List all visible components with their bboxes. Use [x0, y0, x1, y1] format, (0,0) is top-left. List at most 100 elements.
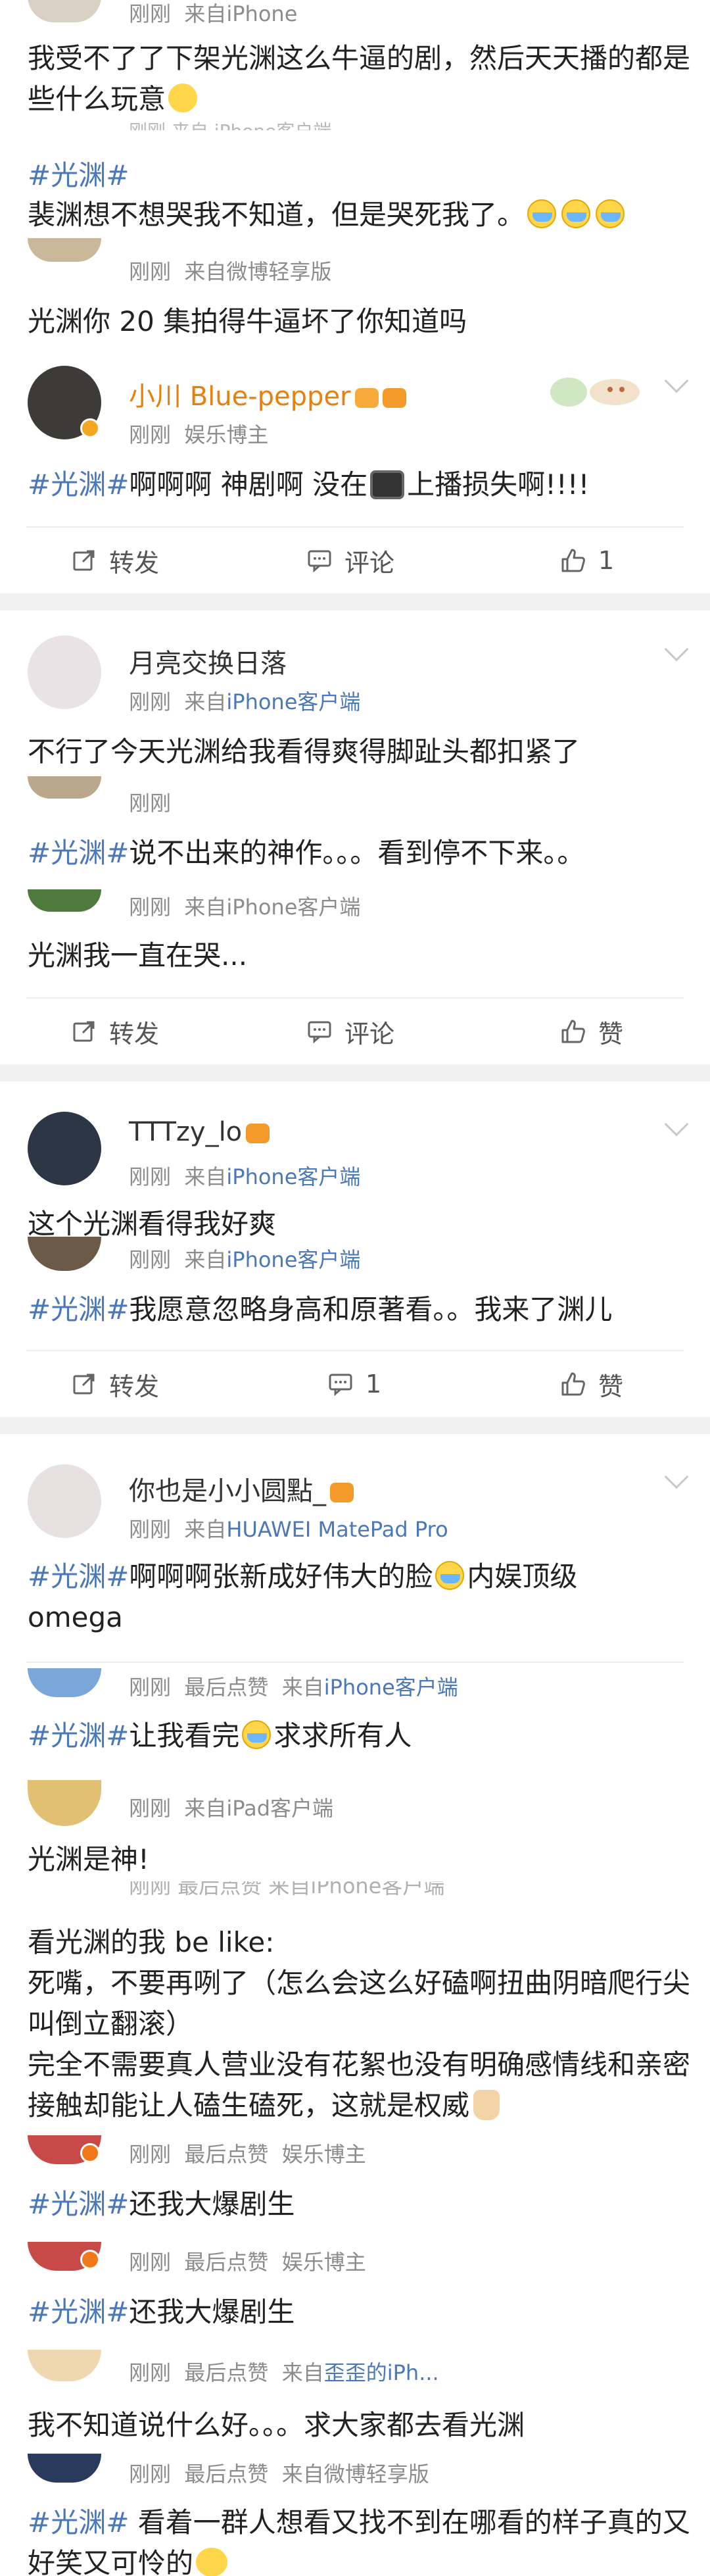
crying-emoji-icon — [596, 199, 625, 228]
reply-text: #光渊#让我看完 求求所有人 — [28, 1720, 412, 1752]
like-button[interactable]: 1 — [560, 528, 614, 593]
hashtag-link[interactable]: #光渊# — [28, 1560, 129, 1593]
hashtag-link[interactable]: #光渊# — [28, 2506, 129, 2539]
chevron-down-icon[interactable] — [664, 1112, 689, 1137]
comment-text: 光渊你 20 集拍得牛逼坏了你知道吗 — [28, 305, 467, 337]
card-separator — [0, 1064, 710, 1081]
action-bar: 转发 评论 赞 — [0, 999, 710, 1064]
crying-emoji-icon — [435, 1561, 465, 1590]
repost-icon — [73, 1021, 95, 1042]
like-button[interactable]: 赞 — [560, 999, 623, 1064]
hashtag-link[interactable]: #光渊# — [28, 159, 129, 191]
reply-meta: 刚刚 最后点赞 娱乐博主 — [129, 2250, 366, 2275]
author-meta: 刚刚 来自HUAWEI MatePad Pro — [129, 1517, 448, 1542]
thumbs-up-icon — [561, 549, 585, 572]
laughing-crying-emoji-icon — [196, 2548, 228, 2576]
avatar[interactable] — [28, 238, 101, 262]
reply-text: #光渊#还我大爆剧生 — [28, 2188, 295, 2220]
author-avatar[interactable] — [28, 635, 101, 709]
author-meta: 刚刚 来自iPhone客户端 — [129, 689, 361, 714]
vip-icon — [382, 388, 406, 408]
hashtag-link[interactable]: #光渊# — [28, 2188, 129, 2220]
thumbs-up-icon — [561, 1372, 585, 1396]
hashtag-link[interactable]: #光渊# — [28, 1293, 129, 1325]
author-name[interactable]: 你也是小小圆點_ — [129, 1470, 354, 1508]
reply-text: #光渊# 看着一群人想看又找不到在哪看的样子真的又好笑又可怜的 — [28, 2506, 690, 2576]
comment-text: 我受不了了下架光渊这么牛逼的剧，然后天天播的都是些什么玩意 — [28, 42, 691, 115]
reply-text: #光渊#还我大爆剧生 — [28, 2296, 295, 2328]
avatar[interactable] — [28, 1780, 101, 1826]
hashtag-link[interactable]: #光渊# — [28, 2296, 129, 2328]
avatar[interactable] — [28, 776, 101, 799]
crying-emoji-icon — [561, 199, 591, 228]
author-avatar[interactable] — [28, 1464, 101, 1538]
reply-text: #光渊#说不出来的神作。。。看到停不下来。。 — [28, 837, 585, 869]
author-name[interactable]: TTTzy_lo — [129, 1117, 270, 1147]
post-text: #光渊#啊啊啊张新成好伟大的脸 内娱顶级 omega — [28, 1560, 578, 1633]
hashtag-link[interactable]: #光渊# — [28, 1720, 129, 1752]
post-text: 这个光渊看得我好爽 — [28, 1208, 277, 1240]
reply-meta: 刚刚 来自iPhone客户端 — [129, 895, 361, 920]
reply-meta: 刚刚 来自iPad客户端 — [129, 1796, 334, 1821]
reply-meta: 刚刚 — [129, 791, 172, 816]
reply-text: 我不知道说什么好。。。求大家都去看光渊 — [28, 2409, 525, 2441]
comment-text: 裴渊想不想哭我不知道，但是哭死我了。 — [28, 195, 692, 235]
author-name[interactable]: 月亮交换日落 — [129, 642, 287, 680]
vip-icon — [354, 388, 379, 408]
verified-badge-icon — [80, 2143, 100, 2163]
repost-button[interactable]: 转发 — [71, 528, 159, 593]
avatar[interactable] — [28, 889, 101, 912]
avatar[interactable] — [28, 2454, 101, 2483]
vip-icon — [246, 1124, 270, 1143]
reply-meta-partial: 刚刚 最后点赞 来自iPhone客户端 — [129, 1881, 445, 1897]
verified-badge-icon — [80, 418, 100, 438]
repost-button[interactable]: 转发 — [71, 999, 159, 1064]
decoration-sticker-icon — [550, 378, 640, 407]
author-meta: 刚刚 娱乐博主 — [129, 422, 269, 447]
hashtag-link[interactable]: #光渊# — [28, 468, 129, 501]
weibo-feed: 刚刚 来自iPhone 我受不了了下架光渊这么牛逼的剧，然后天天播的都是些什么玩… — [0, 0, 710, 2576]
reply-text: 光渊是神! — [28, 1843, 149, 1875]
divider — [26, 1662, 684, 1663]
avatar[interactable] — [28, 1237, 101, 1271]
like-button[interactable]: 赞 — [560, 1351, 623, 1417]
card-separator — [0, 1417, 710, 1434]
comment-meta: 刚刚 来自微博轻享版 — [129, 259, 332, 284]
comment-meta-partial: 刚刚 来自 iPhone客户端 — [129, 117, 331, 130]
avatar[interactable] — [28, 1668, 101, 1697]
author-meta: 刚刚 来自iPhone客户端 — [129, 1164, 361, 1189]
chevron-down-icon[interactable] — [664, 637, 689, 662]
action-bar: 转发 评论 1 — [0, 528, 710, 593]
thumbs-up-icon — [561, 1020, 585, 1043]
reply-meta: 刚刚 最后点赞 娱乐博主 — [129, 2142, 366, 2167]
comment-meta: 刚刚 来自iPhone — [129, 1, 298, 26]
peace-hand-emoji-icon — [473, 2090, 500, 2120]
comment-icon — [329, 1374, 352, 1397]
hashtag-line: #光渊# — [28, 155, 692, 196]
post-text: #光渊#啊啊啊 神剧啊 没在 上播损失啊!!!! — [28, 468, 590, 501]
chevron-down-icon[interactable] — [664, 368, 689, 393]
reply-text: 光渊我一直在哭... — [28, 939, 248, 972]
comment-icon — [308, 1021, 331, 1044]
reply-meta: 刚刚 最后点赞 来自歪歪的iPh... — [129, 2360, 439, 2385]
author-name[interactable]: 小川 Blue-pepper — [129, 375, 406, 413]
thinking-emoji-icon — [168, 84, 198, 112]
author-avatar[interactable] — [28, 1112, 101, 1185]
tv-emoji-icon — [370, 470, 405, 499]
avatar[interactable] — [28, 0, 101, 22]
hashtag-link[interactable]: #光渊# — [28, 837, 129, 869]
avatar[interactable] — [28, 2350, 101, 2381]
crying-emoji-icon — [242, 1720, 272, 1749]
post-text: 不行了今天光渊给我看得爽得脚趾头都扣紧了 — [28, 735, 580, 768]
repost-button[interactable]: 转发 — [71, 1351, 159, 1417]
reply-text: #光渊#我愿意忽略身高和原著看。。我来了渊儿 — [28, 1293, 613, 1325]
vip-icon — [330, 1483, 354, 1502]
chevron-down-icon[interactable] — [664, 1464, 689, 1489]
comment-button[interactable]: 评论 — [306, 999, 394, 1064]
comment-button[interactable]: 1 — [327, 1351, 381, 1417]
reply-meta: 刚刚 最后点赞 来自iPhone客户端 — [129, 1675, 458, 1700]
comment-button[interactable]: 评论 — [306, 528, 394, 593]
verified-badge-icon — [80, 2250, 100, 2269]
reply-meta: 刚刚 来自iPhone客户端 — [129, 1247, 361, 1272]
card-separator — [0, 593, 710, 610]
